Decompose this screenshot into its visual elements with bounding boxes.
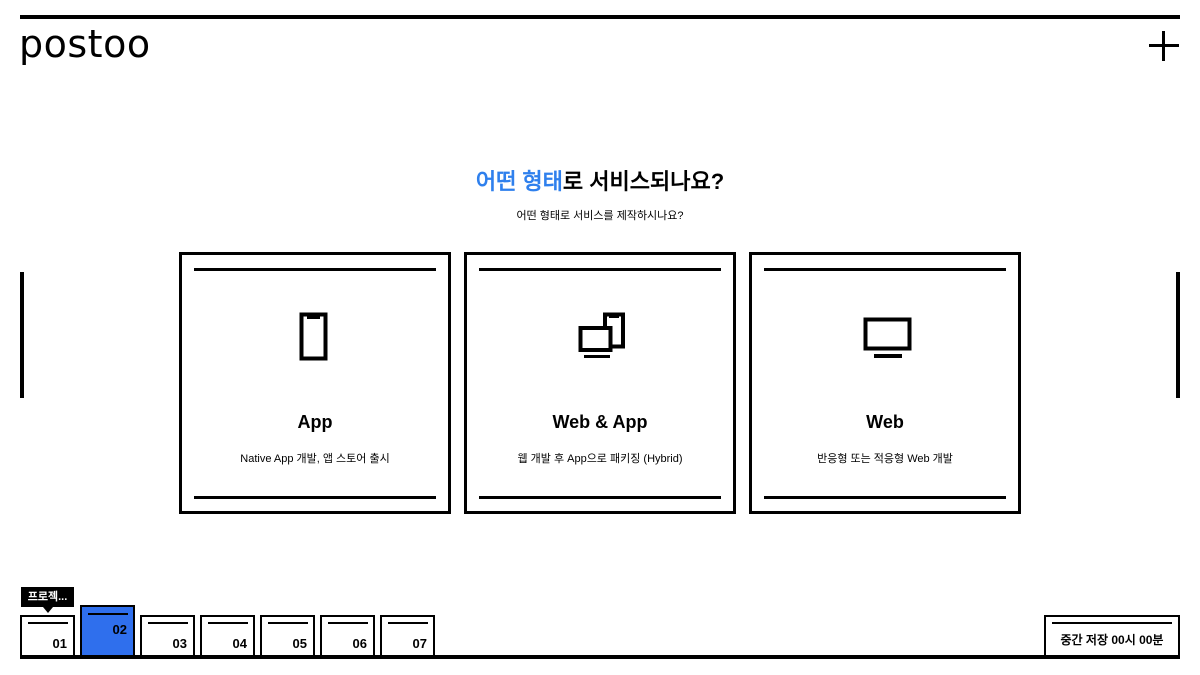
plus-icon[interactable] [1149, 31, 1179, 61]
option-title: App [297, 412, 333, 432]
save-rule [1052, 622, 1172, 624]
card-top-rule [479, 268, 721, 271]
step-tab-02[interactable]: 02 [80, 605, 135, 657]
step-tab-04[interactable]: 04 [200, 615, 255, 657]
card-bottom-rule [479, 496, 721, 499]
question-subtitle: 어떤 형태로 서비스를 제작하시나요? [516, 210, 684, 222]
card-bottom-rule [764, 496, 1006, 499]
monitor-icon [863, 317, 912, 358]
card-top-rule [764, 268, 1006, 271]
step-number: 03 [172, 636, 187, 651]
step-rule [328, 622, 368, 624]
option-title: Web [866, 412, 904, 432]
step-number: 04 [232, 636, 247, 651]
mobile-phone-icon [299, 312, 328, 361]
step-rule [28, 622, 68, 624]
option-card-web-and-app[interactable]: Web & App 웹 개발 후 App으로 패키징 (Hybrid) [464, 252, 736, 514]
step-number: 01 [52, 636, 67, 651]
step-tab-05[interactable]: 05 [260, 615, 315, 657]
save-status-text: 중간 저장 00시 00분 [1060, 633, 1164, 647]
step-number: 02 [112, 622, 127, 637]
question-title-accent: 어떤 형태 [475, 169, 563, 194]
step-tab-03[interactable]: 03 [140, 615, 195, 657]
option-description: Native App 개발, 앱 스토어 출시 [240, 453, 390, 465]
step-tooltip: 프로젝... [21, 587, 74, 613]
step-rule [88, 613, 128, 615]
option-card-web[interactable]: Web 반응형 또는 적응형 Web 개발 [749, 252, 1021, 514]
card-bottom-rule [194, 496, 436, 499]
question-title-rest: 로 서비스되나요? [562, 169, 725, 194]
prev-nav-bar[interactable] [20, 272, 24, 398]
card-top-rule [194, 268, 436, 271]
option-title: Web & App [552, 412, 648, 432]
page: postoo 어떤 형태로 서비스되나요? 어떤 형태로 서비스를 제작하시나요… [0, 0, 1200, 675]
desktop-and-phone-icon [578, 312, 625, 358]
top-divider [20, 15, 1180, 19]
step-rule [148, 622, 188, 624]
option-card-app[interactable]: App Native App 개발, 앱 스토어 출시 [179, 252, 451, 514]
step-rule [208, 622, 248, 624]
next-nav-bar[interactable] [1176, 272, 1180, 398]
step-tab-01[interactable]: 01 [20, 615, 75, 657]
step-rule [388, 622, 428, 624]
logo[interactable]: postoo [19, 24, 151, 64]
step-rule [268, 622, 308, 624]
step-number: 06 [352, 636, 367, 651]
option-description: 웹 개발 후 App으로 패키징 (Hybrid) [517, 453, 683, 465]
question-title: 어떤 형태로 서비스되나요? [0, 167, 1200, 197]
option-description: 반응형 또는 적응형 Web 개발 [817, 453, 953, 465]
step-number: 05 [292, 636, 307, 651]
step-tab-07[interactable]: 07 [380, 615, 435, 657]
step-tab-06[interactable]: 06 [320, 615, 375, 657]
save-status: 중간 저장 00시 00분 [1044, 615, 1180, 657]
step-number: 07 [412, 636, 427, 651]
bottom-divider [20, 655, 1180, 659]
